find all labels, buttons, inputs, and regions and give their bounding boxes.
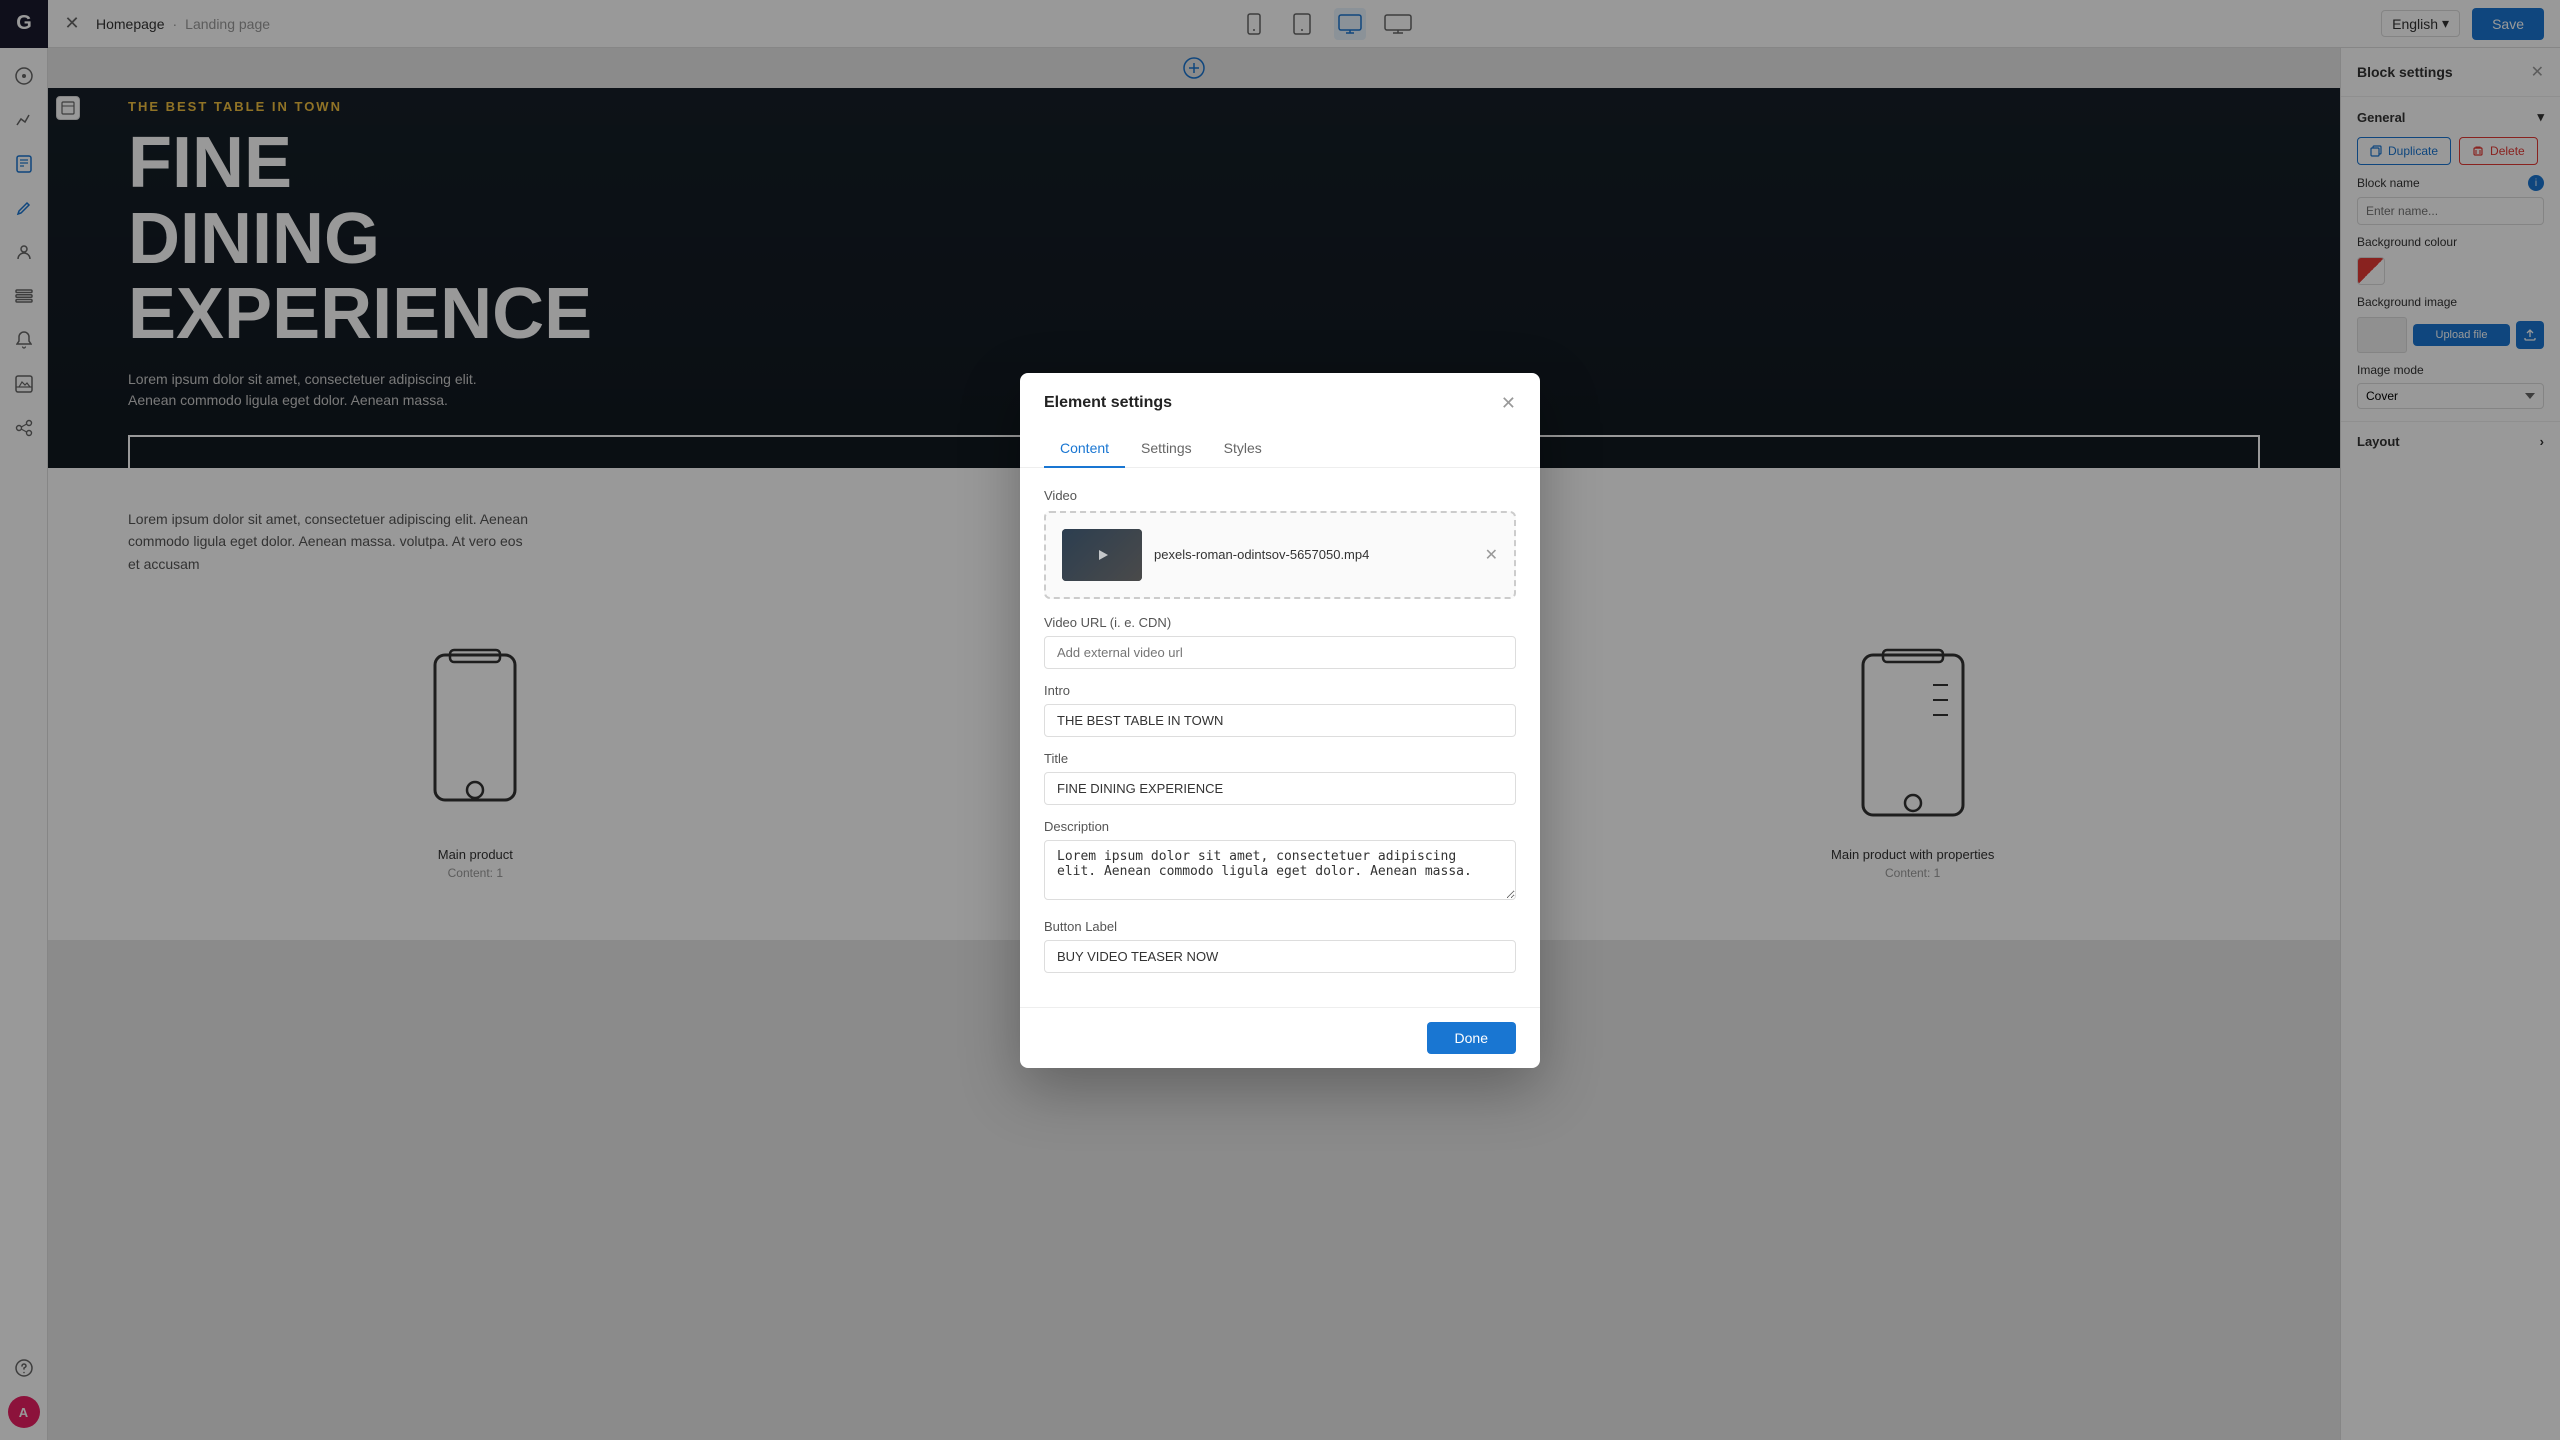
modal-title: Element settings [1044, 394, 1172, 412]
description-textarea[interactable]: Lorem ipsum dolor sit amet, consectetuer… [1044, 840, 1516, 900]
video-thumbnail [1062, 529, 1142, 581]
description-group: Description Lorem ipsum dolor sit amet, … [1044, 819, 1516, 905]
modal-close-button[interactable]: ✕ [1501, 393, 1516, 414]
title-group: Title document.querySelector('[data-name… [1044, 751, 1516, 805]
tab-content[interactable]: Content [1044, 430, 1125, 468]
button-label-group: Button Label document.querySelector('[da… [1044, 919, 1516, 973]
modal-body: Video pexels-roman-odintsov-5657050.mp4 … [1020, 468, 1540, 1007]
video-url-label: Video URL (i. e. CDN) [1044, 615, 1516, 630]
tab-styles[interactable]: Styles [1208, 430, 1278, 468]
title-input[interactable] [1044, 772, 1516, 805]
done-button[interactable]: Done [1427, 1022, 1516, 1054]
video-section: Video pexels-roman-odintsov-5657050.mp4 … [1044, 488, 1516, 599]
intro-label: Intro [1044, 683, 1516, 698]
tab-settings[interactable]: Settings [1125, 430, 1208, 468]
title-label: Title [1044, 751, 1516, 766]
video-url-group: Video URL (i. e. CDN) [1044, 615, 1516, 669]
modal-tabs: Content Settings Styles [1020, 430, 1540, 468]
modal-overlay[interactable]: Element settings ✕ Content Settings Styl… [0, 0, 2560, 1440]
intro-group: Intro document.querySelector('[data-name… [1044, 683, 1516, 737]
modal-header: Element settings ✕ [1020, 373, 1540, 414]
video-drop-area[interactable]: pexels-roman-odintsov-5657050.mp4 ✕ [1044, 511, 1516, 599]
video-remove-button[interactable]: ✕ [1485, 545, 1498, 565]
modal-footer: Done [1020, 1007, 1540, 1068]
video-filename: pexels-roman-odintsov-5657050.mp4 [1154, 547, 1485, 562]
intro-input[interactable] [1044, 704, 1516, 737]
button-label-label: Button Label [1044, 919, 1516, 934]
video-url-input[interactable] [1044, 636, 1516, 669]
description-label: Description [1044, 819, 1516, 834]
video-label: Video [1044, 488, 1516, 503]
button-label-input[interactable] [1044, 940, 1516, 973]
element-settings-modal: Element settings ✕ Content Settings Styl… [1020, 373, 1540, 1068]
